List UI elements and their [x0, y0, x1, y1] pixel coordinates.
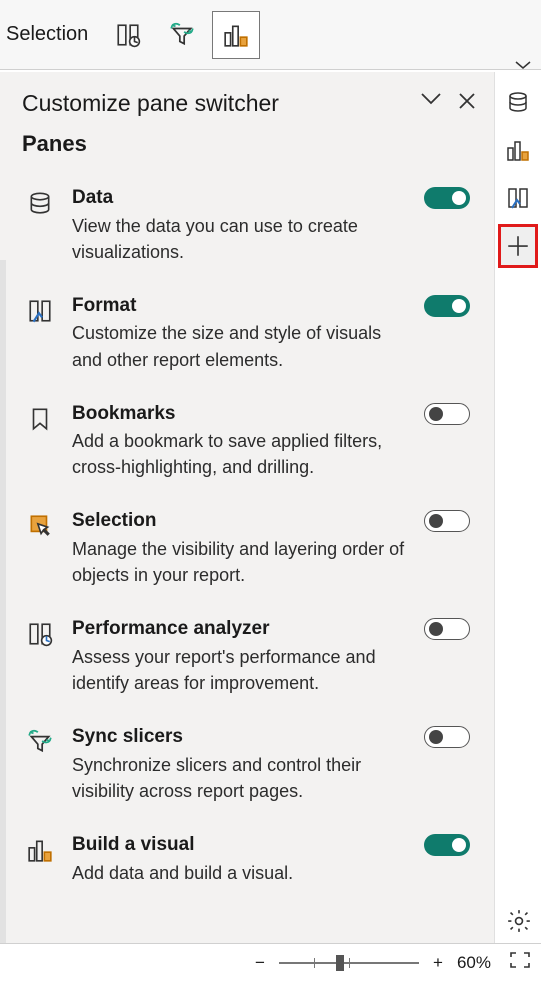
pane-item: BookmarksAdd a bookmark to save applied …	[22, 391, 476, 499]
pane-description: Manage the visibility and layering order…	[72, 536, 408, 588]
build-visual-icon	[24, 834, 56, 866]
zoom-slider[interactable]	[279, 962, 419, 964]
toggle-switch[interactable]	[424, 834, 470, 856]
pane-name: Build a visual	[72, 832, 408, 858]
pane-item: SelectionManage the visibility and layer…	[22, 498, 476, 606]
pane-list: DataView the data you can use to create …	[22, 175, 476, 904]
toggle-switch[interactable]	[424, 403, 470, 425]
pane-name: Selection	[72, 508, 408, 534]
topbar-icon-group	[104, 11, 260, 59]
pane-name: Format	[72, 293, 408, 319]
topbar-label-selection[interactable]: Selection	[6, 23, 88, 46]
pane-name: Performance analyzer	[72, 616, 408, 642]
pane-description: View the data you can use to create visu…	[72, 213, 408, 265]
pane-description: Add a bookmark to save applied filters, …	[72, 428, 408, 480]
rail-format-icon[interactable]	[498, 176, 538, 220]
topbar: Selection	[0, 0, 541, 70]
performance-icon	[24, 618, 56, 650]
panel-subtitle: Panes	[22, 131, 476, 157]
toggle-switch[interactable]	[424, 726, 470, 748]
build-visual-button[interactable]	[212, 11, 260, 59]
toggle-switch[interactable]	[424, 295, 470, 317]
toggle-switch[interactable]	[424, 187, 470, 209]
pane-description: Add data and build a visual.	[72, 860, 408, 886]
pane-description: Assess your report's performance and ide…	[72, 644, 408, 696]
toggle-switch[interactable]	[424, 510, 470, 532]
status-bar: − + 60%	[0, 943, 541, 981]
pane-name: Sync slicers	[72, 724, 408, 750]
performance-analyzer-button[interactable]	[104, 11, 152, 59]
rail-data-icon[interactable]	[498, 80, 538, 124]
pane-name: Bookmarks	[72, 401, 408, 427]
pane-item: DataView the data you can use to create …	[22, 175, 476, 283]
scroll-track[interactable]	[0, 260, 6, 950]
fit-to-page-icon[interactable]	[509, 951, 531, 974]
zoom-out-button[interactable]: −	[251, 953, 269, 973]
rail-add-button[interactable]	[498, 224, 538, 268]
settings-gear-icon[interactable]	[503, 905, 535, 937]
panel-title: Customize pane switcher	[22, 90, 279, 117]
rail-build-visual-icon[interactable]	[498, 128, 538, 172]
bookmark-icon	[24, 403, 56, 435]
customize-pane-switcher-panel: Customize pane switcher Panes DataView t…	[0, 72, 495, 952]
pane-name: Data	[72, 185, 408, 211]
collapse-icon[interactable]	[420, 92, 442, 115]
chevron-down-icon[interactable]	[511, 58, 535, 72]
format-icon	[24, 295, 56, 327]
data-icon	[24, 187, 56, 219]
pane-item: Sync slicersSynchronize slicers and cont…	[22, 714, 476, 822]
pane-description: Customize the size and style of visuals …	[72, 320, 408, 372]
sync-slicers-button[interactable]	[158, 11, 206, 59]
close-icon[interactable]	[458, 92, 476, 115]
sync-slicers-icon	[24, 726, 56, 758]
pane-item: Performance analyzerAssess your report's…	[22, 606, 476, 714]
zoom-in-button[interactable]: +	[429, 953, 447, 973]
selection-icon	[24, 510, 56, 542]
zoom-slider-thumb[interactable]	[336, 955, 344, 971]
pane-switcher-rail	[495, 72, 541, 268]
pane-description: Synchronize slicers and control their vi…	[72, 752, 408, 804]
pane-item: FormatCustomize the size and style of vi…	[22, 283, 476, 391]
zoom-level: 60%	[457, 953, 491, 973]
pane-item: Build a visualAdd data and build a visua…	[22, 822, 476, 904]
toggle-switch[interactable]	[424, 618, 470, 640]
